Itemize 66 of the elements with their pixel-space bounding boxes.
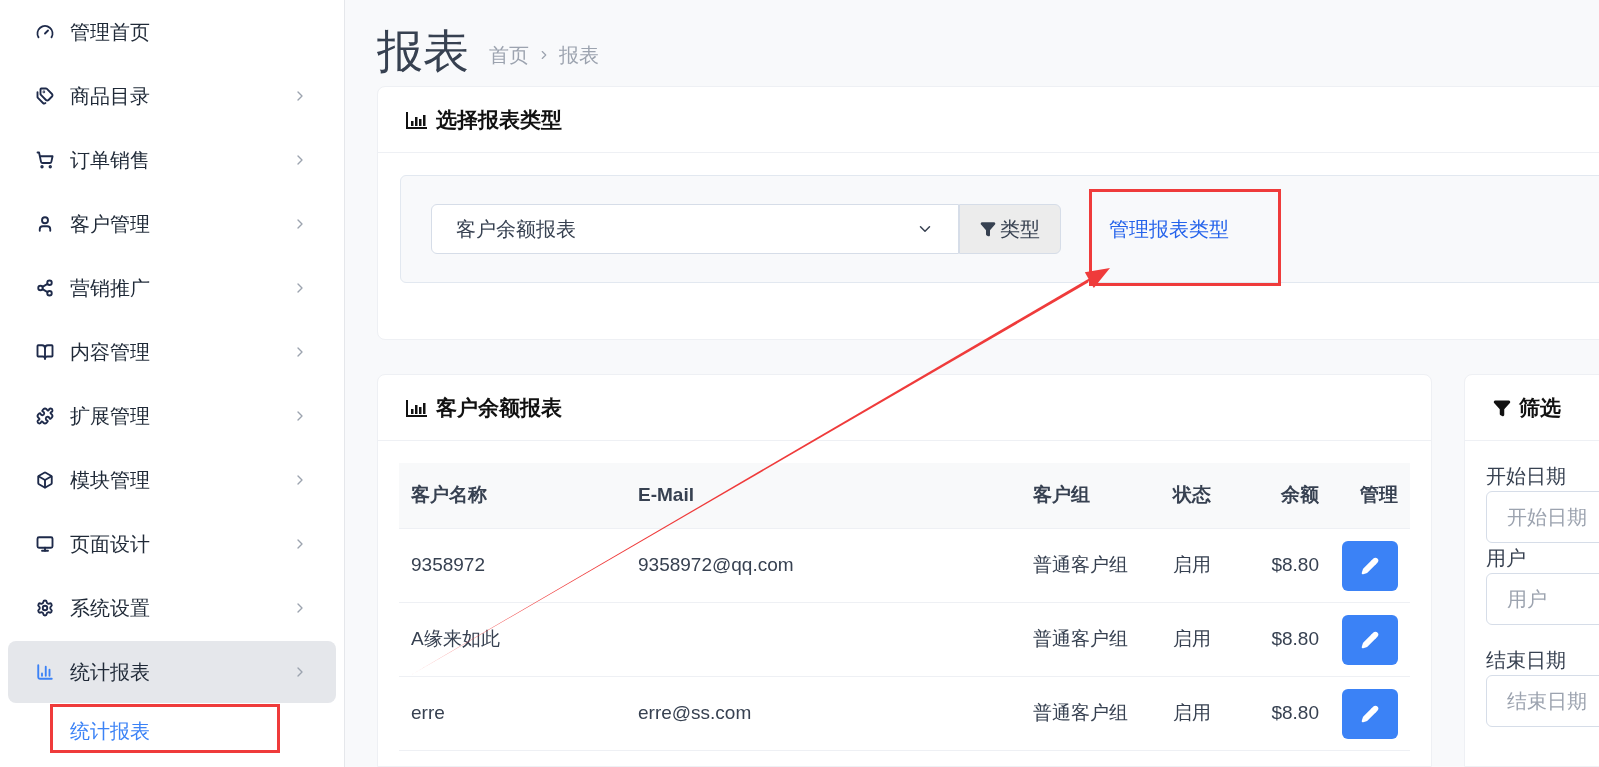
field-label: 结束日期: [1486, 648, 1567, 673]
sidebar-item[interactable]: 页面设计: [8, 513, 336, 575]
table-cell-text: 启用: [1172, 627, 1212, 652]
column-header: 客户组: [1032, 483, 1091, 508]
table-cell-text: 普通客户组: [1032, 627, 1129, 652]
table-cell-text: 9358972: [410, 553, 486, 578]
sidebar-item[interactable]: 商品目录: [8, 65, 336, 127]
sidebar-item[interactable]: 订单销售: [8, 129, 336, 191]
bar-chart-icon: [36, 663, 54, 681]
column-header: 状态: [1171, 483, 1212, 508]
puzzle-icon: [36, 407, 54, 425]
field-label: 开始日期: [1486, 464, 1567, 489]
card-title: 选择报表类型: [436, 106, 562, 133]
table-cell-text: $8.80: [1270, 627, 1320, 652]
table-cell-text: 普通客户组: [1032, 553, 1129, 578]
filter-input[interactable]: 用户: [1486, 573, 1599, 625]
table-cell-text: 启用: [1172, 553, 1212, 578]
column-header: 管理: [1359, 483, 1399, 508]
table-cell-text: 启用: [1172, 701, 1212, 726]
column-header: 客户名称: [410, 483, 488, 508]
table-cell-text: 普通客户组: [1032, 701, 1129, 726]
pencil-icon: [1361, 630, 1379, 649]
page-title: 报表: [377, 28, 469, 74]
column-header: 余额: [1280, 483, 1320, 508]
sidebar-item[interactable]: 管理首页: [8, 1, 336, 63]
report-type-select[interactable]: 客户余额报表: [431, 204, 959, 254]
table-cell-text: $8.80: [1270, 553, 1320, 578]
tags-icon: [36, 87, 54, 105]
edit-button[interactable]: [1342, 540, 1398, 591]
table-cell-text: erre@ss.com: [637, 701, 753, 726]
sidebar-item[interactable]: 营销推广: [8, 257, 336, 319]
column-header: E-Mail: [637, 483, 695, 508]
sidebar-subitem[interactable]: 统计报表: [0, 704, 344, 758]
filter-icon: [980, 221, 996, 237]
sidebar-item[interactable]: 客户管理: [8, 193, 336, 255]
bar-chart-icon: [406, 110, 428, 129]
bar-chart-icon: [406, 398, 428, 417]
filter-input[interactable]: 结束日期: [1486, 675, 1599, 727]
table-cell-text: A缘来如此: [410, 627, 501, 652]
book-icon: [36, 343, 54, 361]
sidebar-item[interactable]: 扩展管理: [8, 385, 336, 447]
table-cell-text: $8.80: [1270, 701, 1320, 726]
card-title: 客户余额报表: [436, 394, 562, 421]
cube-icon: [36, 471, 54, 489]
edit-button[interactable]: [1342, 614, 1398, 665]
manage-report-types-link[interactable]: 管理报表类型: [1109, 214, 1229, 244]
card-title: 筛选: [1519, 394, 1561, 421]
pencil-icon: [1361, 556, 1379, 575]
settings-icon: [36, 599, 54, 617]
edit-button[interactable]: [1342, 688, 1398, 739]
user-icon: [36, 215, 54, 233]
sidebar-item[interactable]: 模块管理: [8, 449, 336, 511]
filter-icon: [1493, 398, 1511, 417]
table-cell-text: 9358972@qq.com: [637, 553, 795, 578]
field-label: 用户: [1486, 546, 1527, 571]
gauge-icon: [36, 23, 54, 41]
sidebar-item[interactable]: 系统设置: [8, 577, 336, 639]
cart-icon: [36, 151, 54, 169]
monitor-icon: [36, 535, 54, 553]
type-button[interactable]: 类型: [959, 204, 1061, 254]
filter-input[interactable]: 开始日期: [1486, 491, 1599, 543]
share-icon: [36, 279, 54, 297]
sidebar-item[interactable]: 统计报表: [8, 641, 336, 703]
pencil-icon: [1361, 704, 1379, 723]
sidebar-item[interactable]: 内容管理: [8, 321, 336, 383]
table-cell-text: erre: [410, 701, 446, 726]
